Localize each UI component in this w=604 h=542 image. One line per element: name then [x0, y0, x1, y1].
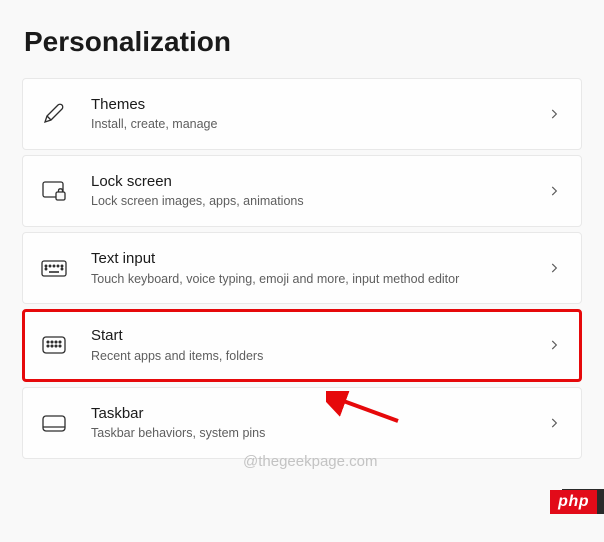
chevron-right-icon	[547, 261, 561, 275]
lock-screen-icon	[41, 178, 67, 204]
chevron-right-icon	[547, 416, 561, 430]
item-title: Lock screen	[91, 172, 537, 192]
item-text: Start Recent apps and items, folders	[91, 326, 547, 364]
item-text: Themes Install, create, manage	[91, 95, 547, 133]
item-title: Taskbar	[91, 404, 537, 424]
php-badge: php	[550, 490, 597, 514]
chevron-right-icon	[547, 107, 561, 121]
keyboard-icon	[41, 255, 67, 281]
settings-list: Themes Install, create, manage Lock scre…	[0, 78, 604, 459]
item-title: Start	[91, 326, 537, 346]
pen-icon	[41, 101, 67, 127]
item-title: Text input	[91, 249, 537, 269]
chevron-right-icon	[547, 184, 561, 198]
item-title: Themes	[91, 95, 537, 115]
item-subtitle: Install, create, manage	[91, 116, 537, 133]
item-text: Taskbar Taskbar behaviors, system pins	[91, 404, 547, 442]
item-subtitle: Recent apps and items, folders	[91, 348, 537, 365]
chevron-right-icon	[547, 338, 561, 352]
setting-item-lock-screen[interactable]: Lock screen Lock screen images, apps, an…	[22, 155, 582, 227]
item-text: Lock screen Lock screen images, apps, an…	[91, 172, 547, 210]
item-subtitle: Touch keyboard, voice typing, emoji and …	[91, 271, 537, 288]
page-title: Personalization	[0, 0, 604, 78]
item-subtitle: Lock screen images, apps, animations	[91, 193, 537, 210]
setting-item-taskbar[interactable]: Taskbar Taskbar behaviors, system pins	[22, 387, 582, 459]
taskbar-icon	[41, 410, 67, 436]
item-subtitle: Taskbar behaviors, system pins	[91, 425, 537, 442]
setting-item-themes[interactable]: Themes Install, create, manage	[22, 78, 582, 150]
setting-item-start[interactable]: Start Recent apps and items, folders	[22, 309, 582, 381]
setting-item-text-input[interactable]: Text input Touch keyboard, voice typing,…	[22, 232, 582, 304]
item-text: Text input Touch keyboard, voice typing,…	[91, 249, 547, 287]
start-icon	[41, 332, 67, 358]
